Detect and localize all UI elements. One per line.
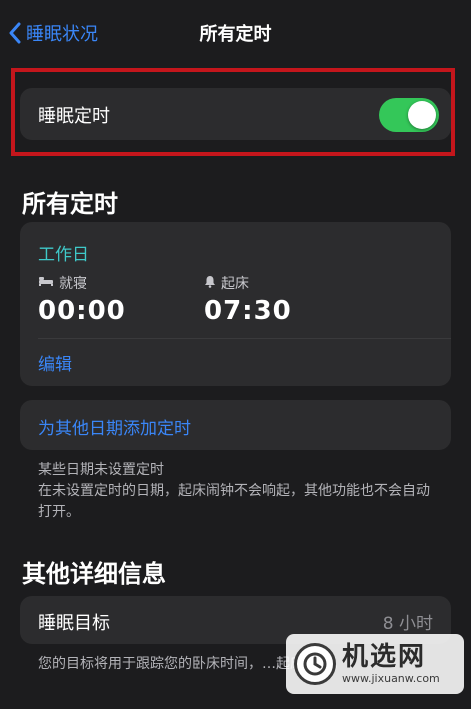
bedtime-value: 00:00 [38,296,126,326]
schedule-days: 工作日 [38,245,89,265]
navigation-bar: 睡眠状况 所有定时 [0,0,471,62]
bed-icon [38,275,54,291]
page-title: 所有定时 [199,24,272,45]
schedule-card: 工作日 就寝 00:00 起床 07:30 编辑 [20,222,451,386]
wake-label-row: 起床 [204,274,292,292]
bell-icon [204,275,216,292]
wake-block: 起床 07:30 [204,274,292,326]
screen: 睡眠状况 所有定时 睡眠定时 所有定时 工作日 就寝 00:00 起床 07:3… [0,0,471,709]
add-schedule-row[interactable]: 为其他日期添加定时 [20,400,451,450]
schedule-note-text: 某些日期未设置定时 在未设置定时的日期，起床闹钟不会响起，其他功能也不会自动打开… [38,462,430,520]
wake-value: 07:30 [204,296,292,326]
schedule-note: 某些日期未设置定时 在未设置定时的日期，起床闹钟不会响起，其他功能也不会自动打开… [38,460,438,523]
sleep-goal-value: 8 小时 [382,614,433,634]
section-title-all-schedules: 所有定时 [22,190,118,218]
watermark-text: 机选网 www.jixuanw.com [342,642,440,686]
sleep-goal-label: 睡眠目标 [38,613,110,634]
highlight-box [11,68,455,156]
section-title-other-details: 其他详细信息 [22,560,166,588]
watermark-title: 机选网 [342,642,427,672]
bedtime-label-row: 就寝 [38,274,126,292]
add-schedule-button[interactable]: 为其他日期添加定时 [38,414,191,439]
divider [38,338,451,339]
bedtime-label: 就寝 [59,276,87,292]
edit-button[interactable]: 编辑 [38,350,72,375]
watermark-url: www.jixuanw.com [342,672,440,685]
watermark-logo-icon [294,643,336,685]
wake-label: 起床 [221,276,249,292]
bedtime-block: 就寝 00:00 [38,274,126,326]
watermark: 机选网 www.jixuanw.com [286,634,464,694]
